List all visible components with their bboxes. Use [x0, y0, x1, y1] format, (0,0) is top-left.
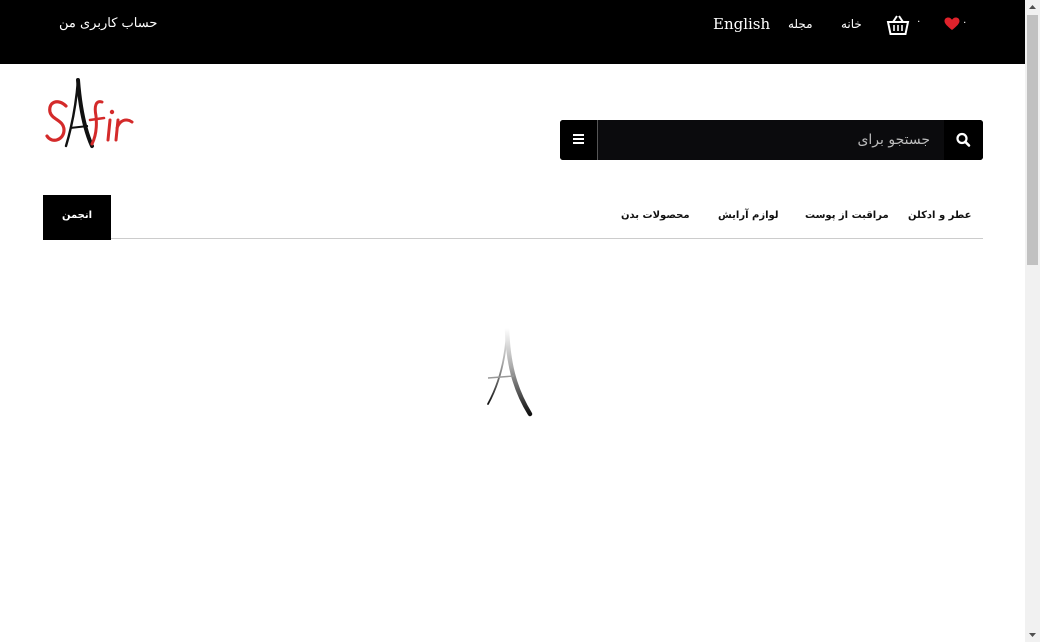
vertical-scrollbar[interactable]: [1025, 0, 1040, 642]
magazine-link[interactable]: مجله: [788, 17, 813, 31]
nav-item-skin-care[interactable]: مراقبت از پوست: [805, 210, 889, 221]
cart-count: ۰: [916, 16, 922, 27]
nav-item-perfume[interactable]: عطر و ادکلن: [908, 210, 971, 221]
category-menu-button[interactable]: [560, 120, 598, 160]
wishlist-count: ۰: [962, 17, 968, 28]
wishlist-button[interactable]: ۰: [944, 16, 970, 34]
basket-icon: [886, 15, 910, 35]
hamburger-icon: [573, 134, 584, 144]
search-icon: [956, 132, 971, 147]
top-bar: حساب کاربری من English مجله خانه ۰ ۰: [0, 0, 1025, 64]
cart-button[interactable]: ۰: [886, 14, 922, 36]
nav-item-makeup[interactable]: لوازم آرایش: [718, 210, 779, 221]
page: حساب کاربری من English مجله خانه ۰ ۰ جست…: [0, 0, 1025, 642]
loader-a-icon: [487, 325, 533, 417]
home-link[interactable]: خانه: [841, 17, 862, 31]
main-nav: انجمن محصولات بدن لوازم آرایش مراقبت از …: [43, 195, 983, 240]
heart-icon: [944, 17, 960, 30]
scroll-down-arrow-icon[interactable]: [1025, 627, 1040, 642]
site-logo[interactable]: [44, 76, 140, 150]
language-switch-link[interactable]: English: [713, 15, 770, 33]
scroll-up-arrow-icon[interactable]: [1025, 0, 1040, 15]
search-bar: [560, 120, 983, 160]
my-account-link[interactable]: حساب کاربری من: [59, 16, 157, 31]
safir-logo: [45, 78, 134, 148]
loading-logo: [484, 325, 534, 418]
nav-item-body-products[interactable]: محصولات بدن: [621, 210, 690, 221]
search-input[interactable]: [600, 120, 944, 160]
nav-forum[interactable]: انجمن: [43, 195, 111, 240]
scrollbar-thumb[interactable]: [1027, 15, 1038, 265]
search-button[interactable]: [944, 120, 983, 160]
